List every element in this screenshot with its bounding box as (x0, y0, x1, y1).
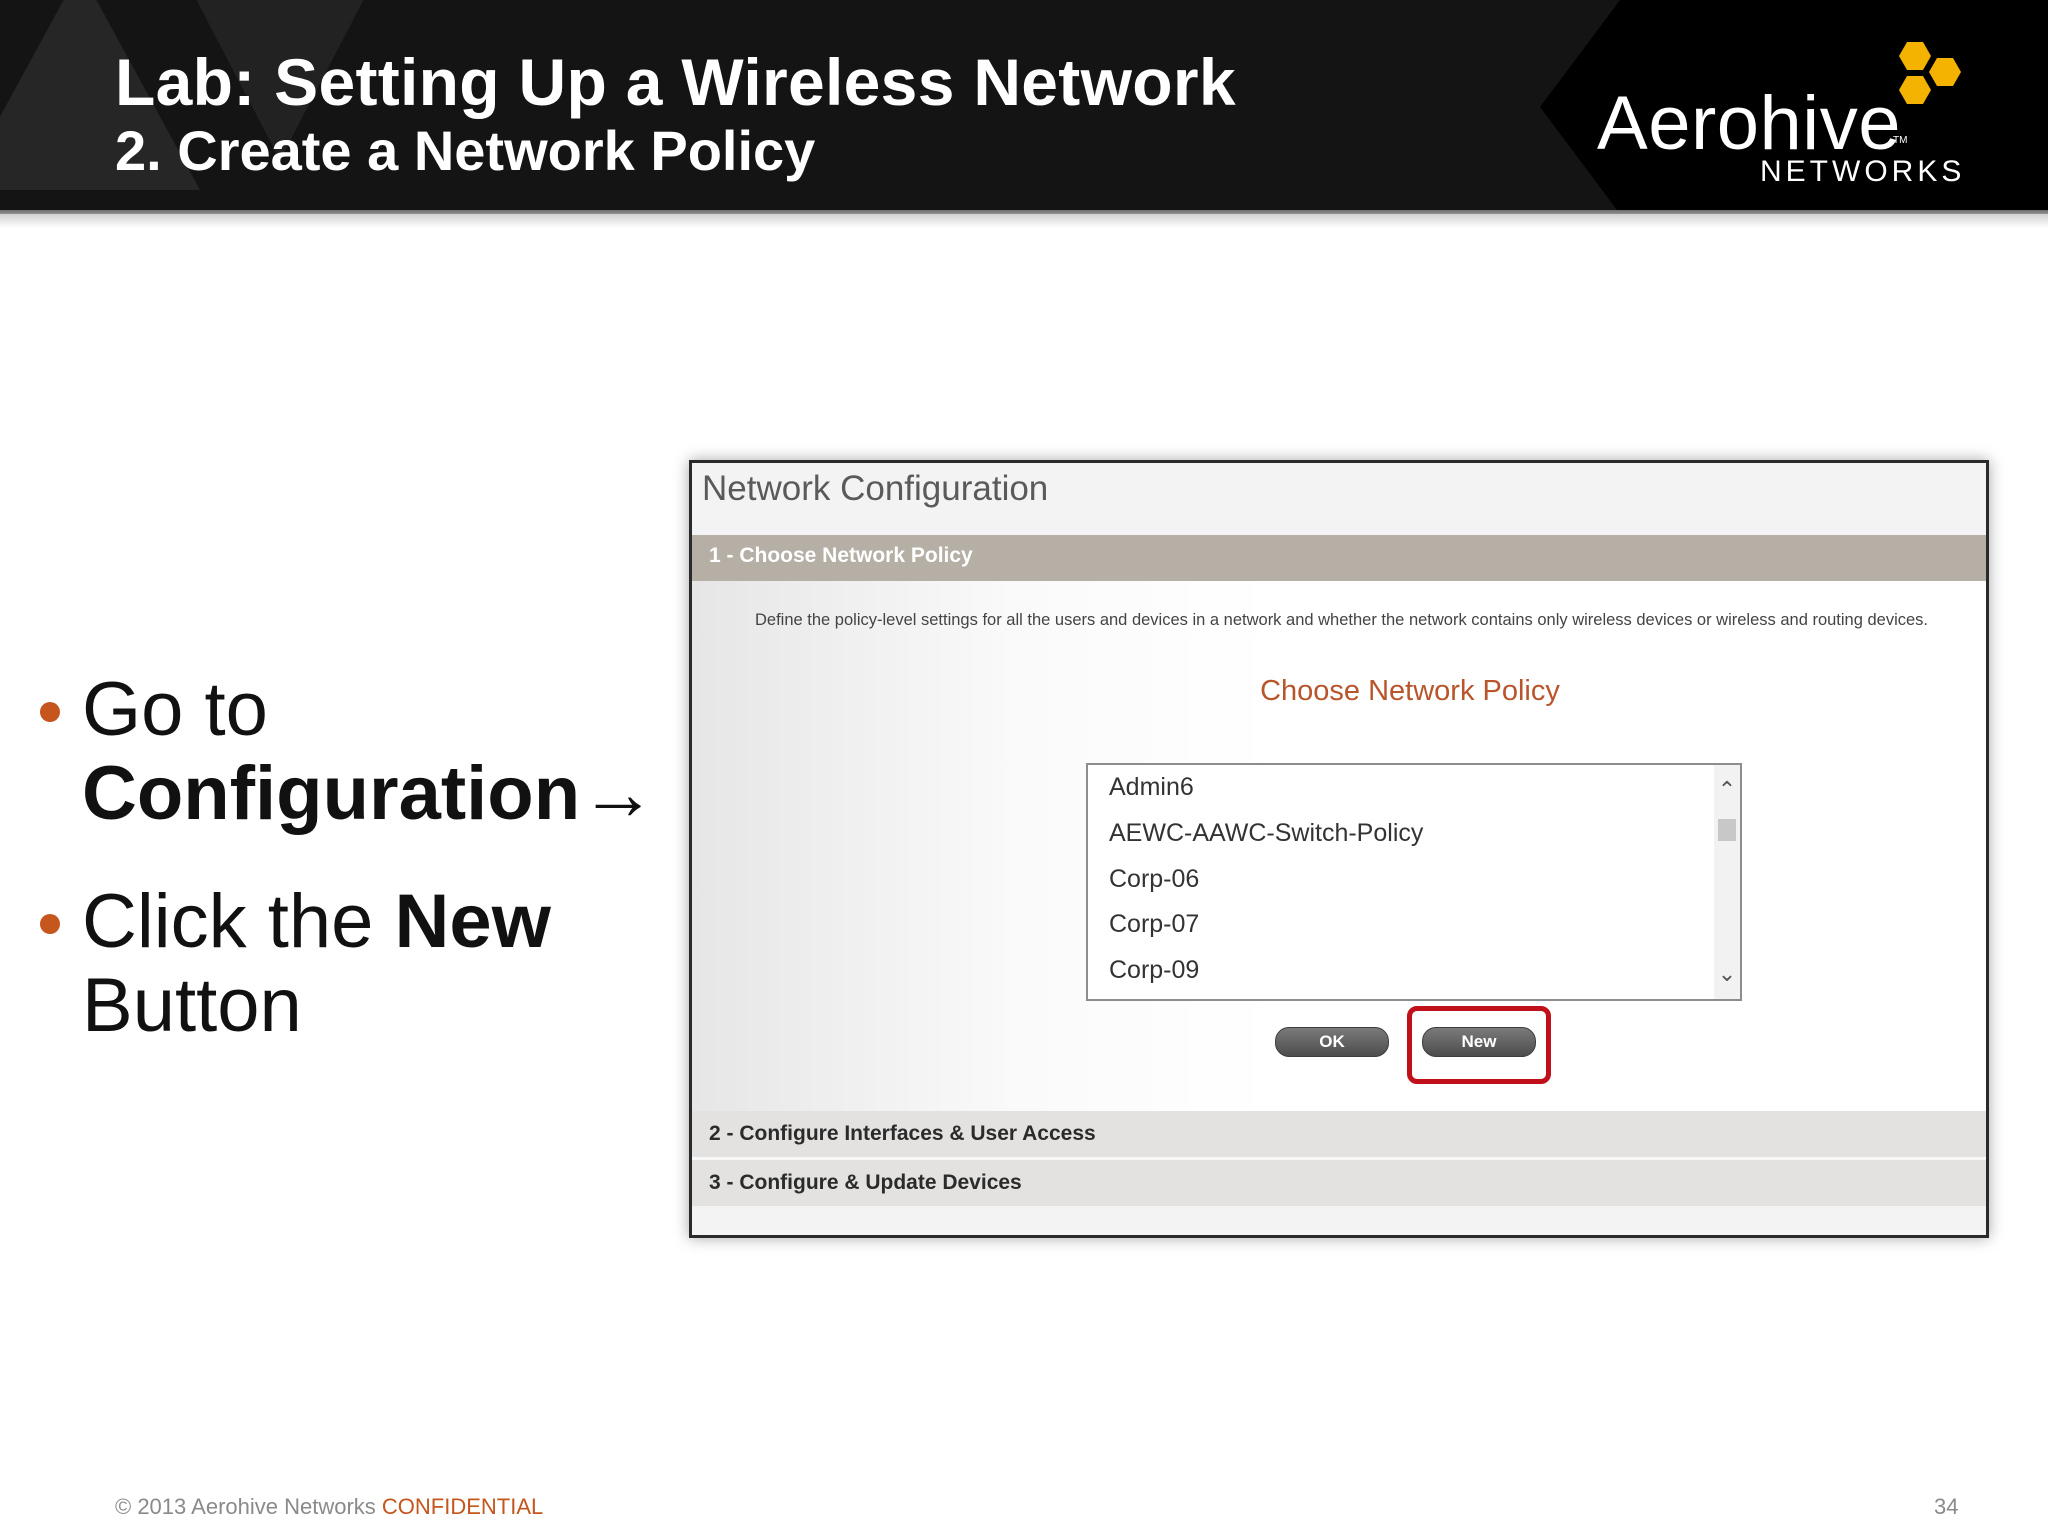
list-item[interactable]: AEWC-AAWC-Switch-Policy (1109, 819, 1423, 848)
confidential-label: CONFIDENTIAL (381, 1494, 544, 1519)
scroll-thumb[interactable] (1718, 819, 1736, 841)
panel-title: Network Configuration (702, 469, 1049, 508)
step1-label: 1 - Choose Network Policy (709, 544, 973, 567)
policy-listbox[interactable]: Admin6 AEWC-AAWC-Switch-Policy Corp-06 C… (1086, 763, 1742, 1001)
step3-label: 3 - Configure & Update Devices (709, 1171, 1022, 1194)
bullet-text: Click the (82, 879, 374, 964)
slide-subtitle: 2. Create a Network Policy (115, 119, 816, 182)
network-configuration-panel: Network Configuration 1 - Choose Network… (689, 460, 1989, 1238)
logo-trademark: TM (1893, 135, 1908, 146)
bullet-dot (40, 914, 60, 934)
slide-header: Lab: Setting Up a Wireless Network 2. Cr… (0, 0, 2048, 214)
step1-body: Define the policy-level settings for all… (692, 581, 1986, 1111)
bullet-text: Go to (82, 667, 268, 752)
list-item[interactable]: Corp-06 (1109, 865, 1199, 894)
step2-label: 2 - Configure Interfaces & User Access (709, 1122, 1096, 1145)
page-number: 34 (1934, 1494, 1959, 1519)
bullet-dot (40, 702, 60, 722)
logo-subtext: NETWORKS (1760, 155, 1966, 188)
slide-title: Lab: Setting Up a Wireless Network (115, 45, 1236, 119)
step1-header[interactable]: 1 - Choose Network Policy (692, 535, 1986, 581)
list-item[interactable]: Corp-07 (1109, 910, 1199, 939)
chevron-up-icon[interactable]: ⌃ (1714, 775, 1740, 805)
header-shadow (0, 214, 2048, 228)
ok-button[interactable]: OK (1275, 1027, 1389, 1057)
listbox-scrollbar[interactable]: ⌃ ⌄ (1714, 765, 1740, 999)
step3-header[interactable]: 3 - Configure & Update Devices (692, 1160, 1986, 1206)
step2-header[interactable]: 2 - Configure Interfaces & User Access (692, 1111, 1986, 1160)
step1-description: Define the policy-level settings for all… (755, 611, 1929, 629)
list-item[interactable]: Corp-09 (1109, 956, 1199, 985)
chevron-down-icon[interactable]: ⌄ (1714, 959, 1740, 989)
copyright-text: © 2013 Aerohive Networks (115, 1494, 376, 1519)
new-button-highlight (1407, 1006, 1551, 1084)
list-item[interactable]: Admin6 (1109, 773, 1194, 802)
choose-policy-heading: Choose Network Policy (1260, 675, 1560, 707)
logo-wordmark: Aerohive (1597, 81, 1901, 166)
bullet-bold-text: New (394, 879, 551, 964)
bullet-bold-text: Configuration→ (82, 751, 657, 836)
slide-footer: © 2013 Aerohive Networks CONFIDENTIAL (115, 1494, 543, 1520)
bullet-text: Button (82, 963, 302, 1048)
